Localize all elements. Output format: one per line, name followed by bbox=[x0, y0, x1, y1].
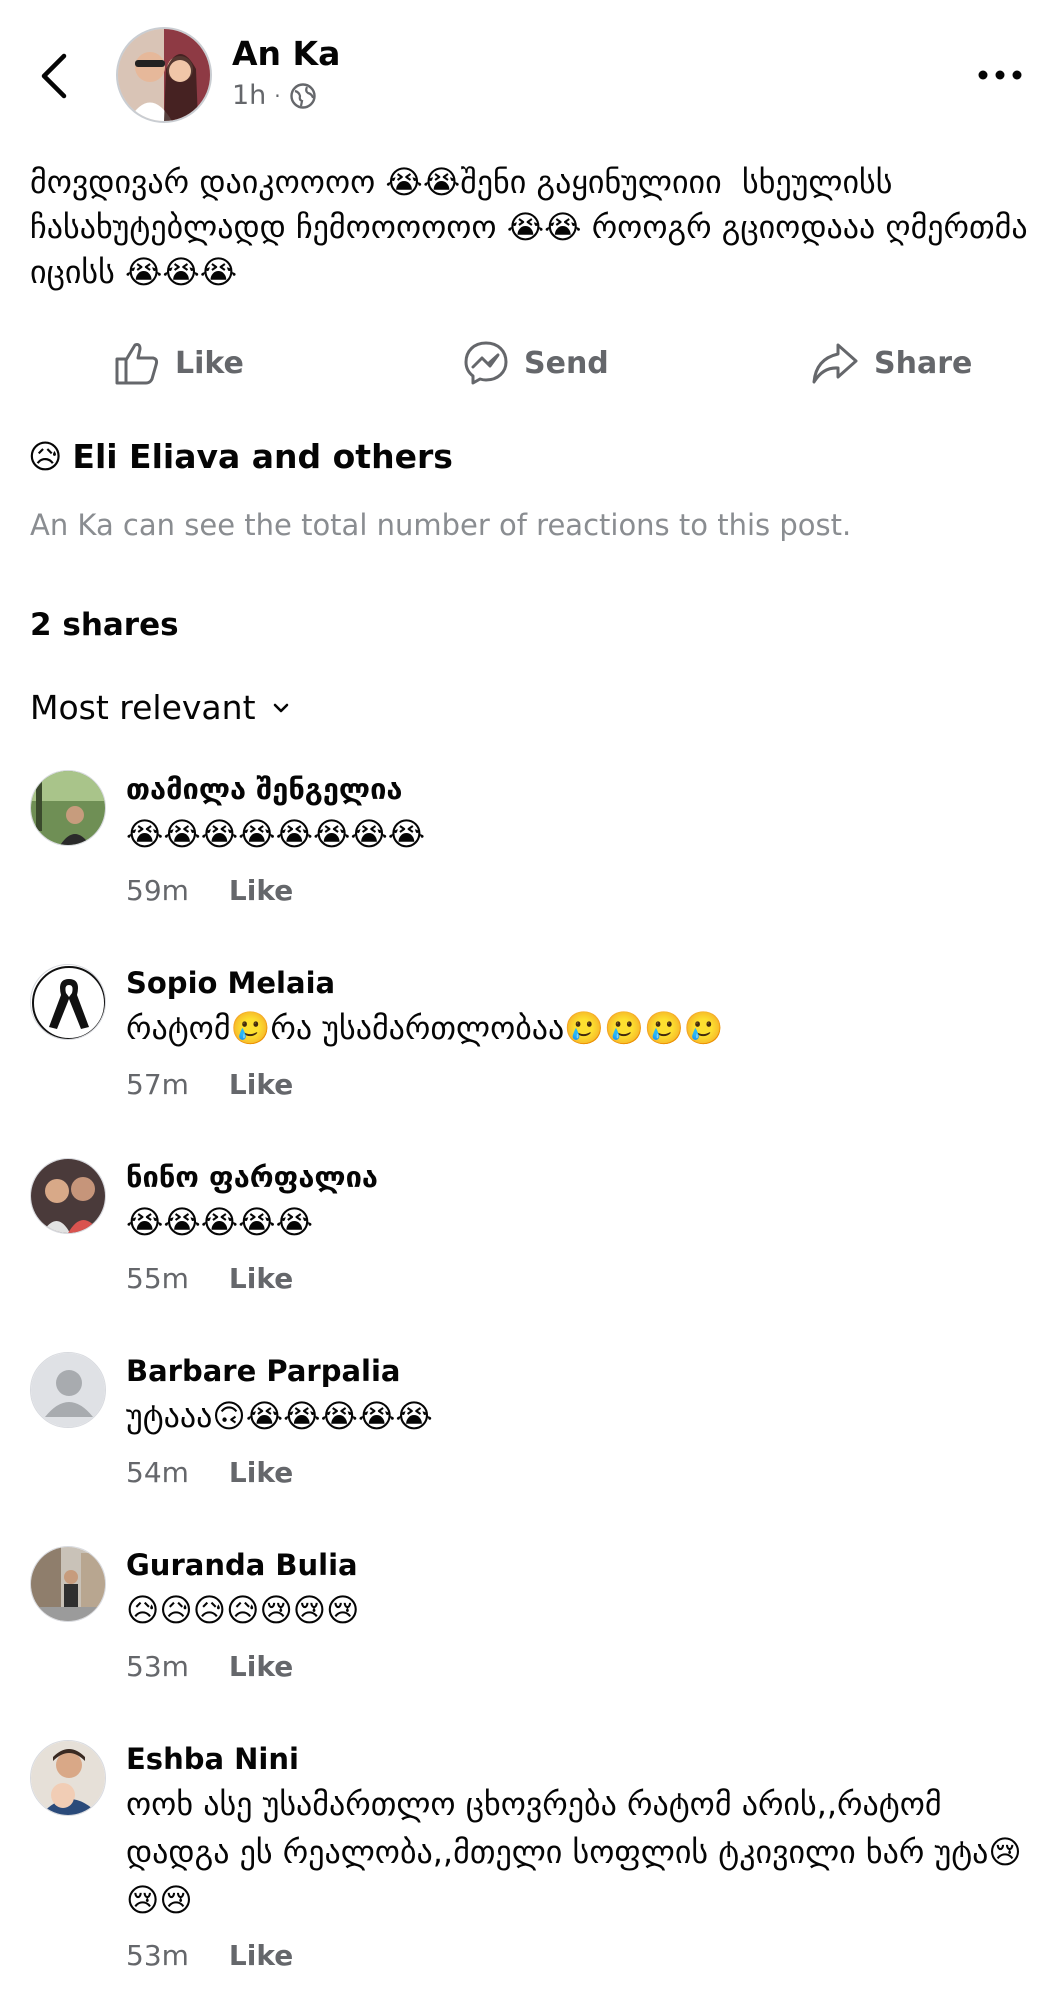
globe-icon bbox=[289, 82, 316, 109]
more-options-button[interactable] bbox=[975, 60, 1025, 90]
reactions-summary[interactable]: 😥 Eli Eliava and others bbox=[28, 437, 453, 476]
comment-like-button[interactable]: Like bbox=[229, 1068, 293, 1101]
post-action-bar: Like Send Share bbox=[0, 330, 1061, 396]
comment-time: 53m bbox=[126, 1939, 189, 1972]
thumbs-up-icon bbox=[115, 343, 159, 385]
sort-dropdown[interactable]: Most relevant bbox=[30, 688, 290, 727]
commenter-avatar[interactable] bbox=[30, 770, 106, 846]
comment-meta: 54m Like bbox=[126, 1456, 293, 1489]
comment-like-button[interactable]: Like bbox=[229, 1262, 293, 1295]
back-arrow-icon bbox=[41, 53, 67, 99]
comment-meta: 57m Like bbox=[126, 1068, 293, 1101]
comment-meta: 53m Like bbox=[126, 1650, 293, 1683]
comment-time: 59m bbox=[126, 874, 189, 907]
comment-meta: 59m Like bbox=[126, 874, 293, 907]
commenter-avatar[interactable] bbox=[30, 1158, 106, 1234]
share-arrow-icon bbox=[812, 343, 858, 384]
send-button[interactable]: Send bbox=[462, 330, 609, 396]
comment-text: ოოხ ასე უსამართლო ცხოვრება რატომ არის,,რ… bbox=[126, 1785, 1022, 1919]
commenter-name[interactable]: Sopio Melaia bbox=[126, 966, 335, 1000]
like-button[interactable]: Like bbox=[113, 330, 244, 396]
commenter-name[interactable]: Eshba Nini bbox=[126, 1742, 299, 1776]
chevron-down-icon bbox=[273, 703, 288, 712]
like-label: Like bbox=[175, 345, 244, 381]
sort-label: Most relevant bbox=[30, 688, 256, 727]
comment-like-button[interactable]: Like bbox=[229, 874, 293, 907]
post-time: 1h bbox=[232, 80, 267, 111]
post-header: An Ka 1h · bbox=[0, 0, 1061, 150]
commenter-avatar[interactable] bbox=[30, 1352, 106, 1428]
comment-like-button[interactable]: Like bbox=[229, 1650, 293, 1683]
comment-meta: 55m Like bbox=[126, 1262, 293, 1295]
comment-text: რატომ🥲რა უსამართლობაა🥲🥲🥲🥲 bbox=[126, 1009, 724, 1047]
post-text: მოვდივარ დაიკოოოო 😭😭შენი გაყინულიიი სხეუ… bbox=[30, 163, 1038, 291]
author-avatar[interactable] bbox=[116, 27, 212, 123]
commenter-avatar[interactable] bbox=[30, 1546, 106, 1622]
share-label: Share bbox=[874, 345, 973, 381]
post-author-name[interactable]: An Ka bbox=[232, 34, 340, 73]
comment-time: 53m bbox=[126, 1650, 189, 1683]
comment-time: 55m bbox=[126, 1262, 189, 1295]
comment-text: 😥😥😥😥😢😢😢 bbox=[126, 1591, 360, 1629]
commenter-name[interactable]: თამილა შენგელია bbox=[126, 772, 402, 806]
comment-meta: 53m Like bbox=[126, 1939, 293, 1972]
comment-text: 😭😭😭😭😭 bbox=[126, 1203, 313, 1241]
commenter-name[interactable]: Guranda Bulia bbox=[126, 1548, 358, 1582]
comment-like-button[interactable]: Like bbox=[229, 1456, 293, 1489]
share-button[interactable]: Share bbox=[810, 330, 972, 396]
commenter-avatar[interactable] bbox=[30, 964, 106, 1040]
comment-like-button[interactable]: Like bbox=[229, 1939, 293, 1972]
post-meta: 1h · bbox=[232, 80, 317, 111]
commenter-name[interactable]: Barbare Parpalia bbox=[126, 1354, 401, 1388]
comment-time: 57m bbox=[126, 1068, 189, 1101]
more-icon bbox=[978, 70, 1022, 80]
back-button[interactable] bbox=[34, 48, 78, 104]
sad-reaction-icon: 😥 bbox=[28, 437, 63, 476]
reactions-note: An Ka can see the total number of reacti… bbox=[30, 508, 852, 542]
reactions-summary-text: Eli Eliava and others bbox=[72, 437, 453, 476]
send-label: Send bbox=[524, 345, 609, 381]
comment-text: 😭😭😭😭😭😭😭😭 bbox=[126, 815, 426, 853]
messenger-icon bbox=[464, 341, 508, 385]
commenter-avatar[interactable] bbox=[30, 1740, 106, 1816]
comment-time: 54m bbox=[126, 1456, 189, 1489]
shares-count[interactable]: 2 shares bbox=[30, 607, 179, 643]
commenter-name[interactable]: ნინო ფარფალია bbox=[126, 1160, 378, 1194]
comment-text: უტააა🙃😭😭😭😭😭 bbox=[126, 1397, 433, 1435]
